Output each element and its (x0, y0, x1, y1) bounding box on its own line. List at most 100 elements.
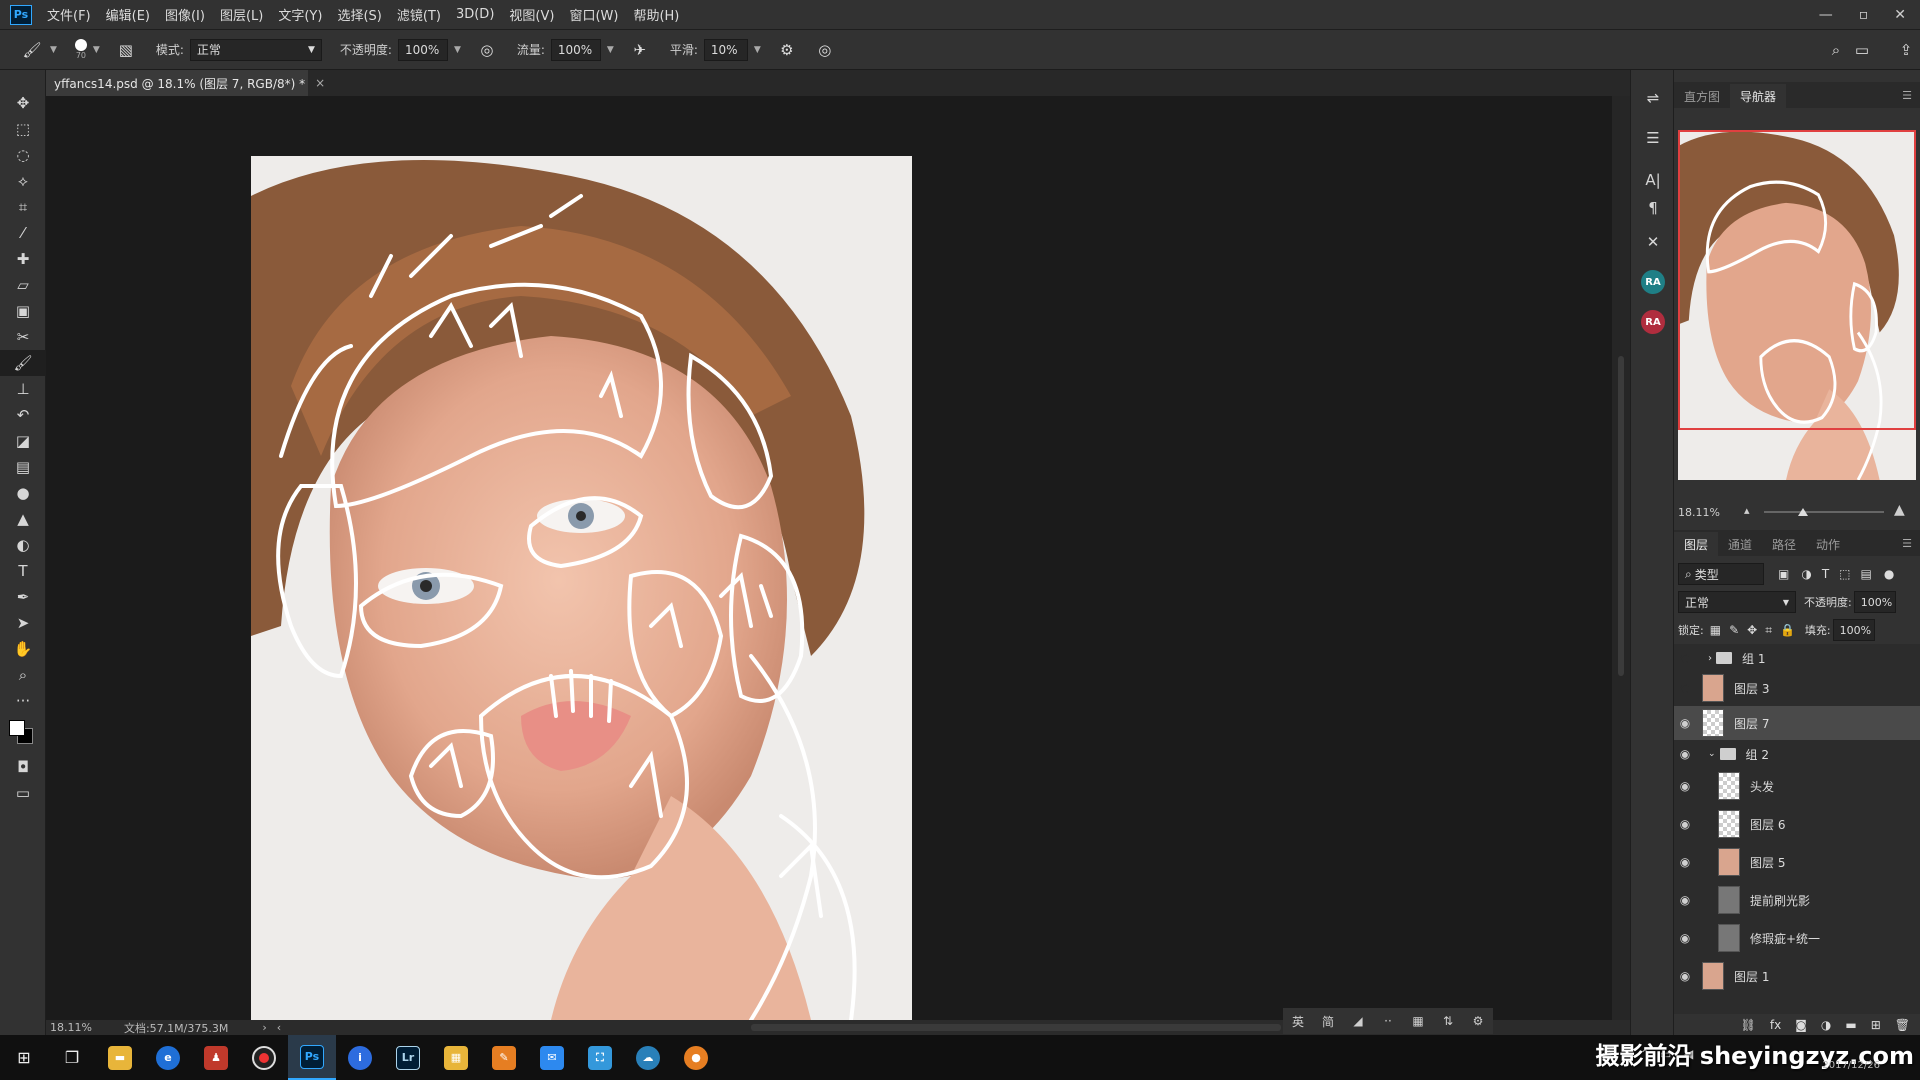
chevron-down-icon[interactable]: ▼ (607, 45, 614, 55)
smoothing-field[interactable]: 10% (703, 38, 748, 61)
document-tab[interactable]: yffancs14.psd @ 18.1% (图层 7, RGB/8*) * × (46, 70, 325, 96)
healing-brush-tool-icon[interactable]: ✚ (0, 246, 46, 272)
pen-tool-icon[interactable]: ✒ (0, 584, 46, 610)
tab-layers[interactable]: 图层 (1674, 532, 1719, 556)
mode-select[interactable]: 正常 ▼ (189, 38, 322, 61)
mail-icon[interactable]: ✉ (528, 1035, 576, 1080)
fill-field[interactable]: 100% (1832, 619, 1875, 641)
marquee-tool-icon[interactable]: ⬚ (0, 116, 46, 142)
new-group-icon[interactable]: ▬ (1845, 1018, 1856, 1032)
workspace-icon[interactable]: ▭ (1850, 38, 1874, 62)
zoom-in-icon[interactable]: ▲ (1894, 502, 1905, 518)
layer-row-selected[interactable]: ◉ 图层 7 (1674, 706, 1920, 740)
filter-type-icon[interactable]: T (1822, 567, 1829, 581)
filter-pixel-icon[interactable]: ▣ (1778, 567, 1789, 581)
lock-all-icon[interactable]: 🔒 (1780, 623, 1795, 637)
lock-position-icon[interactable]: ✥ (1747, 623, 1757, 637)
close-button[interactable]: ✕ (1894, 7, 1906, 23)
visibility-toggle[interactable]: ◉ (1674, 651, 1696, 665)
menu-help[interactable]: 帮助(H) (633, 5, 679, 24)
layer-row[interactable]: ◉ 图层 5 (1674, 844, 1920, 880)
close-tab-icon[interactable]: × (315, 76, 325, 90)
foreground-color-swatch[interactable] (9, 720, 25, 736)
visibility-toggle[interactable]: ◉ (1674, 681, 1696, 695)
eye-icon[interactable]: ◉ (1674, 855, 1696, 869)
app-icon[interactable]: ♟ (192, 1035, 240, 1080)
paragraph-panel-icon[interactable]: ¶ (1631, 194, 1675, 222)
brush-tool-icon[interactable]: 🖌 (0, 350, 46, 376)
layer-style-icon[interactable]: fx (1770, 1018, 1781, 1032)
ra-plugin-red-icon[interactable]: RA (1631, 302, 1675, 342)
ime-simplified-button[interactable]: 简 (1313, 1008, 1343, 1034)
history-brush-tool-icon[interactable]: ↶ (0, 402, 46, 428)
navigator-view-box[interactable] (1678, 130, 1916, 430)
file-explorer-icon[interactable]: ▬ (96, 1035, 144, 1080)
chevron-right-icon[interactable]: › (1708, 653, 1712, 664)
color-swatches[interactable] (0, 714, 46, 754)
crop-tool-icon[interactable]: ⌗ (0, 194, 46, 220)
brush-size-picker[interactable]: 70 (74, 39, 87, 60)
brush-settings-icon[interactable]: ▧ (114, 38, 138, 62)
gear-icon[interactable]: ⚙ (775, 38, 799, 62)
menu-select[interactable]: 选择(S) (337, 5, 381, 24)
character-panel-icon[interactable]: A| (1631, 166, 1675, 194)
lock-artboard-icon[interactable]: ⌗ (1765, 623, 1772, 638)
info-app-icon[interactable]: i (336, 1035, 384, 1080)
layer-row[interactable]: ◉ ⌄ 组 2 (1674, 742, 1920, 766)
taskbar-clock[interactable]: 2017/12/26 (1822, 1060, 1880, 1071)
menu-edit[interactable]: 编辑(E) (106, 5, 150, 24)
horizontal-scroll-thumb[interactable] (751, 1024, 1281, 1031)
menu-image[interactable]: 图像(I) (165, 5, 205, 24)
history-panel-icon[interactable]: ⇌ (1631, 78, 1675, 118)
orange-app-icon[interactable]: ● (672, 1035, 720, 1080)
layer-row[interactable]: ◉ 修瑕疵+统一 (1674, 920, 1920, 956)
chevron-down-icon[interactable]: ⌄ (1708, 749, 1716, 759)
eye-icon[interactable]: ◉ (1674, 747, 1696, 761)
opacity-field[interactable]: 100% (397, 38, 448, 61)
more-tools-icon[interactable]: ··· (0, 688, 46, 714)
tab-channels[interactable]: 通道 (1718, 532, 1762, 556)
delete-layer-icon[interactable]: 🗑 (1895, 1018, 1910, 1032)
tools-x-icon[interactable]: ✕ (1631, 222, 1675, 262)
menu-window[interactable]: 窗口(W) (569, 5, 618, 24)
blur-tool-icon[interactable]: ● (0, 480, 46, 506)
layer-filter-select[interactable]: ⌕ 类型 (1678, 563, 1764, 585)
layer-row[interactable]: ◉ 图层 6 (1674, 806, 1920, 842)
ra-plugin-teal-icon[interactable]: RA (1631, 262, 1675, 302)
tab-actions[interactable]: 动作 (1806, 532, 1850, 556)
chevron-down-icon[interactable]: ▼ (93, 45, 100, 55)
ime-keyboard-icon[interactable]: ▦ (1403, 1008, 1433, 1034)
network-app-icon[interactable]: ⛶ (576, 1035, 624, 1080)
blend-mode-select[interactable]: 正常 ▼ (1678, 591, 1796, 613)
navigator-zoom-value[interactable]: 18.11% (1678, 506, 1720, 519)
layer-row[interactable]: ◉ 图层 3 (1674, 672, 1920, 704)
panel-menu-icon[interactable]: ☰ (1902, 537, 1912, 550)
pressure-opacity-icon[interactable]: ◎ (475, 38, 499, 62)
clone-stamp-tool-icon[interactable]: ⊥ (0, 376, 46, 402)
ime-english-button[interactable]: 英 (1283, 1008, 1313, 1034)
chevron-down-icon[interactable]: ▼ (754, 45, 761, 55)
add-mask-icon[interactable]: ◙ (1795, 1018, 1807, 1032)
maximize-button[interactable]: ▫ (1859, 7, 1869, 23)
quick-select-tool-icon[interactable]: ⟡ (0, 168, 46, 194)
canvas-area[interactable] (46, 96, 1612, 1020)
frame-tool-icon[interactable]: ▣ (0, 298, 46, 324)
sharpen-tool-icon[interactable]: ▲ (0, 506, 46, 532)
dodge-tool-icon[interactable]: ◐ (0, 532, 46, 558)
lasso-tool-icon[interactable]: ◌ (0, 142, 46, 168)
zoom-level-status[interactable]: 18.11% (50, 1021, 92, 1034)
menu-type[interactable]: 文字(Y) (278, 5, 322, 24)
lock-image-icon[interactable]: ✎ (1729, 623, 1739, 637)
layer-row[interactable]: ◉ › 组 1 (1674, 646, 1920, 670)
zoom-slider[interactable] (1764, 511, 1884, 513)
eraser-tool-icon[interactable]: ◪ (0, 428, 46, 454)
share-icon[interactable]: ⇪ (1894, 38, 1918, 62)
layer-row[interactable]: ◉ 提前刷光影 (1674, 882, 1920, 918)
zoom-tool-icon[interactable]: ⌕ (0, 662, 46, 688)
eye-icon[interactable]: ◉ (1674, 931, 1696, 945)
layer-opacity-field[interactable]: 100% (1853, 591, 1896, 613)
status-menu-icon[interactable]: › (262, 1021, 266, 1034)
eyedropper-tool-icon[interactable]: ⁄ (0, 220, 46, 246)
menu-layer[interactable]: 图层(L) (220, 5, 263, 24)
chevron-down-icon[interactable]: ▼ (454, 45, 461, 55)
